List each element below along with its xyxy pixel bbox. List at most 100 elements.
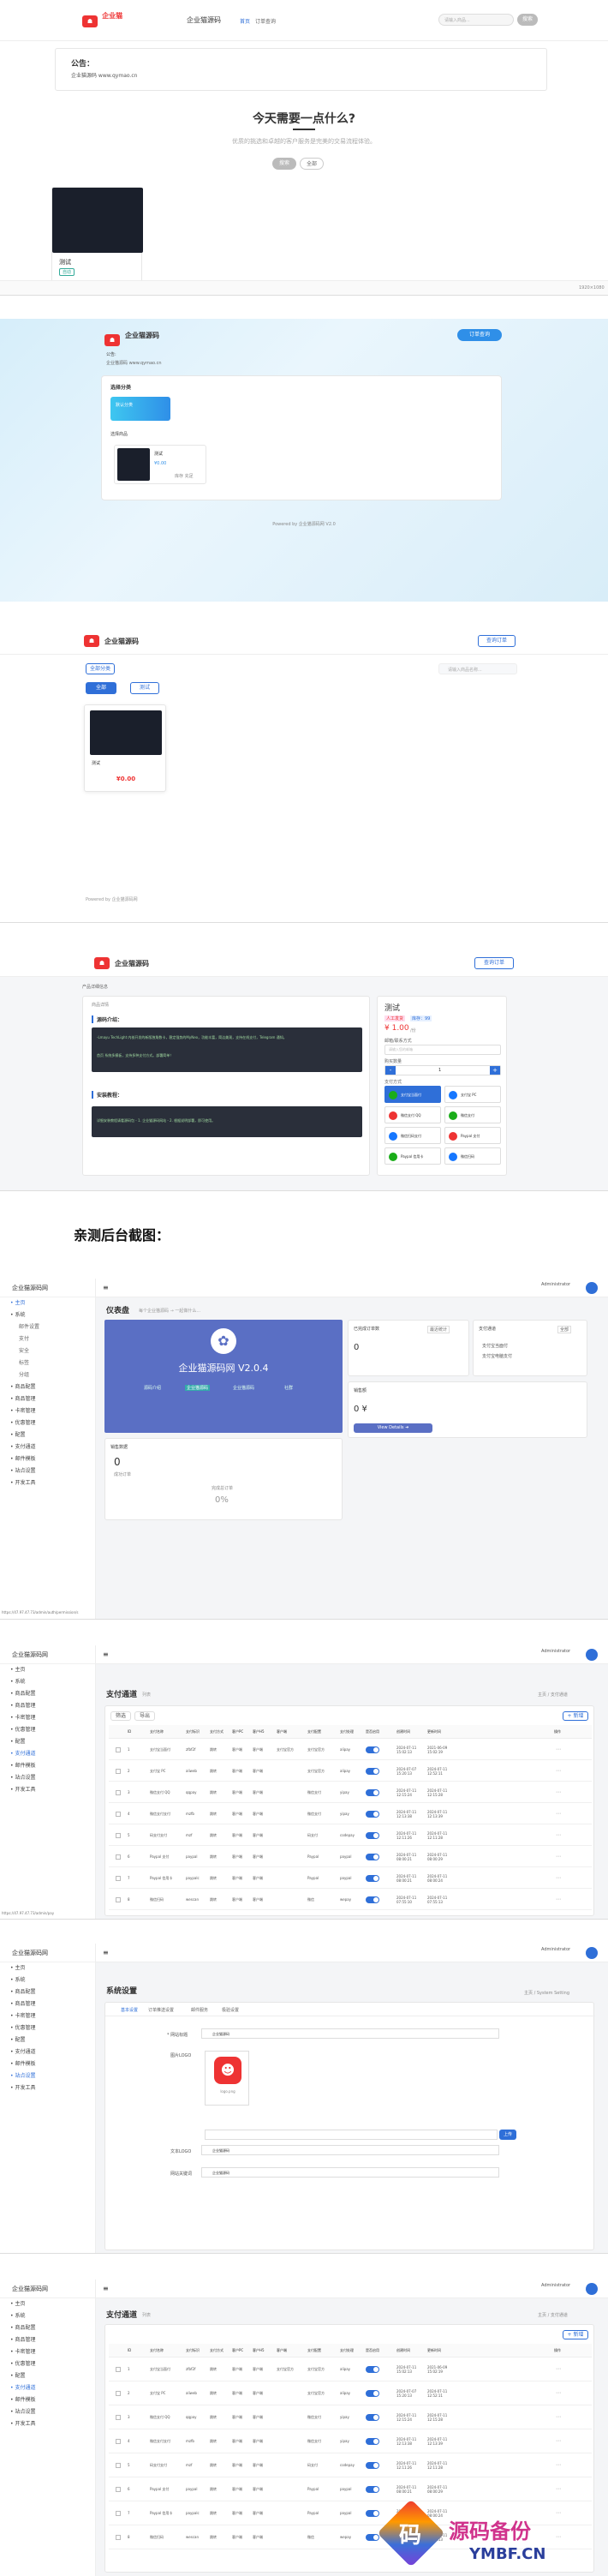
filter-button[interactable]: 筛选: [110, 1711, 131, 1721]
row-checkbox[interactable]: [116, 2487, 121, 2492]
sidebar-item-4[interactable]: • 卡密管理: [0, 1712, 95, 1724]
banner-link-2[interactable]: 企业猫源码: [185, 1385, 211, 1391]
row-checkbox[interactable]: [116, 1789, 121, 1795]
column-header[interactable]: 支付名称: [150, 2348, 164, 2353]
row-checkbox[interactable]: [116, 1746, 121, 1752]
card-orders-button[interactable]: 最近统计: [427, 1326, 450, 1333]
row-checkbox[interactable]: [116, 2511, 121, 2516]
row-action-icon[interactable]: ⋯: [556, 2390, 561, 2396]
table-row[interactable]: 2 支付宝 PC aliweb 跳转 客户端 客户端 支付宝官方 alipay 2024-07-…: [109, 1760, 592, 1782]
column-header[interactable]: 创建时间: [396, 2348, 410, 2353]
sidebar-item-6[interactable]: • 配置: [0, 2370, 95, 2382]
table-row[interactable]: 6 Paypal 支付 paypal 跳转 客户端 客户端 Paypal paypal 2024…: [109, 2477, 592, 2501]
admin-avatar[interactable]: [586, 2283, 598, 2295]
column-header[interactable]: 操作: [554, 1729, 561, 1734]
sidebar-item-7[interactable]: • 支付通道: [0, 1441, 95, 1453]
pay-method-button[interactable]: 微信支付 QQ: [384, 1106, 441, 1123]
new-button[interactable]: + 新增: [563, 1711, 588, 1721]
field-keywords-input[interactable]: 企业猫源码: [201, 2167, 499, 2178]
admin-avatar[interactable]: [586, 1649, 598, 1661]
sidebar-subitem-2[interactable]: 安全: [0, 1345, 95, 1357]
column-header[interactable]: 支付处理: [340, 1729, 354, 1734]
shop3-order-button[interactable]: 查询订单: [478, 635, 516, 647]
sidebar-item-7[interactable]: • 支付通道: [0, 1748, 95, 1760]
admin-avatar[interactable]: [586, 1947, 598, 1959]
table-row[interactable]: 1 支付宝当面付 zfbf2f 跳转 客户端 客户端 支付宝官方 支付宝官方 alipay 202…: [109, 1739, 592, 1760]
table-row[interactable]: 8 微信扫码 wescan 跳转 客户端 客户端 微信 wepay 2024-07-11 07:…: [109, 1889, 592, 1910]
pay-method-button[interactable]: Paypal 信用卡: [384, 1147, 441, 1165]
column-header[interactable]: 是否启用: [366, 1729, 379, 1734]
row-action-icon[interactable]: ⋯: [556, 1811, 561, 1817]
field-text-logo-input[interactable]: 企业猫源码: [201, 2145, 499, 2155]
qty-plus-button[interactable]: +: [490, 1066, 500, 1075]
product-card[interactable]: 测试 自动: [51, 187, 143, 283]
enable-toggle[interactable]: [366, 1810, 379, 1818]
search-input[interactable]: 请输入商品...: [438, 14, 514, 26]
tab-mail[interactable]: 邮件服务: [191, 2007, 208, 2013]
column-header[interactable]: 支付处理: [340, 2348, 354, 2353]
sidebar-subitem-3[interactable]: 标签: [0, 1357, 95, 1369]
enable-toggle[interactable]: [366, 2438, 379, 2445]
sidebar-item-5[interactable]: • 优惠管理: [0, 1724, 95, 1736]
qty-minus-button[interactable]: -: [385, 1066, 396, 1075]
enable-toggle[interactable]: [366, 1767, 379, 1775]
sidebar-item-0[interactable]: • 主页: [0, 1664, 95, 1676]
sidebar-item-9[interactable]: • 站点设置: [0, 1772, 95, 1784]
table-row[interactable]: 1 支付宝当面付 zfbf2f 跳转 客户端 客户端 支付宝官方 支付宝官方 alipay 202…: [109, 2357, 592, 2381]
banner-link-3[interactable]: 企业猫源码: [233, 1385, 254, 1391]
tab-geetest[interactable]: 极验设置: [222, 2007, 239, 2013]
sidebar-item-6[interactable]: • 配置: [0, 2034, 95, 2046]
column-header[interactable]: 操作: [554, 2348, 561, 2353]
sidebar-item-2[interactable]: • 商品配置: [0, 1986, 95, 1998]
enable-toggle[interactable]: [366, 2486, 379, 2493]
tab-basic[interactable]: 基本设置: [121, 2007, 138, 2013]
column-header[interactable]: 创建时间: [396, 1729, 410, 1734]
sidebar-item-3[interactable]: • 商品管理: [0, 1998, 95, 2010]
pay-method-button[interactable]: 支付宝当面付: [384, 1086, 441, 1103]
shop3-product-card[interactable]: 测试 ¥0.00: [84, 704, 166, 792]
pay-method-button[interactable]: 支付宝 PC: [444, 1086, 501, 1103]
shop3-tab-all[interactable]: 全部: [86, 682, 116, 694]
sidebar-item-1[interactable]: • 系统: [0, 1309, 95, 1321]
enable-toggle[interactable]: [366, 2414, 379, 2421]
column-header[interactable]: 支付方式: [210, 2348, 224, 2353]
sidebar-item-5[interactable]: • 优惠管理: [0, 2358, 95, 2370]
shop2-order-button[interactable]: 订单查询: [457, 329, 502, 341]
enable-toggle[interactable]: [366, 2510, 379, 2517]
table-row[interactable]: 7 Paypal 信用卡 paypalc 跳转 客户端 客户端 Paypal paypal 20…: [109, 1867, 592, 1889]
column-header[interactable]: 更新时间: [427, 1729, 441, 1734]
column-header[interactable]: 更新时间: [427, 2348, 441, 2353]
card-payments-button[interactable]: 全部: [557, 1326, 572, 1333]
row-checkbox[interactable]: [116, 2415, 121, 2420]
banner-link-4[interactable]: 社群: [284, 1385, 293, 1391]
column-header[interactable]: 客户H5: [253, 2348, 265, 2353]
row-action-icon[interactable]: ⋯: [556, 2366, 561, 2372]
menu-toggle-icon[interactable]: ≡: [103, 1650, 109, 1658]
sidebar-item-8[interactable]: • 邮件模板: [0, 2058, 95, 2070]
shop3-tab-test[interactable]: 测试: [130, 682, 159, 694]
row-checkbox[interactable]: [116, 1811, 121, 1817]
row-checkbox[interactable]: [116, 1768, 121, 1774]
card-revenue-button[interactable]: View Details ➜: [354, 1423, 432, 1433]
pay-method-button[interactable]: 微信扫码: [444, 1147, 501, 1165]
row-action-icon[interactable]: ⋯: [556, 1832, 561, 1838]
column-header[interactable]: 支付配置: [307, 2348, 321, 2353]
row-action-icon[interactable]: ⋯: [556, 1789, 561, 1795]
export-button[interactable]: 导出: [134, 1711, 155, 1721]
table-row[interactable]: 4 微信支付支付 mzfb 跳转 客户端 客户端 微信支付 yipay 2024-07-11 1…: [109, 1803, 592, 1824]
row-checkbox[interactable]: [116, 1896, 121, 1902]
column-header[interactable]: 支付配置: [307, 1729, 321, 1734]
pay-method-button[interactable]: 微信支付: [444, 1106, 501, 1123]
sidebar-item-3[interactable]: • 商品管理: [0, 1700, 95, 1712]
column-header[interactable]: 客户PC: [232, 2348, 243, 2353]
sidebar-item-10[interactable]: • 开发工具: [0, 1784, 95, 1796]
admin-brand[interactable]: 企业猫源码网: [0, 1944, 95, 1962]
search-button[interactable]: 搜索: [517, 14, 538, 26]
table-row[interactable]: 3 微信支付 QQ qqpay 跳转 客户端 客户端 微信支付 yipay 2024-07-11…: [109, 2405, 592, 2429]
sidebar-item-9[interactable]: • 站点设置: [0, 2406, 95, 2418]
nav-home[interactable]: 首页: [240, 17, 250, 25]
sidebar-item-8[interactable]: • 邮件模板: [0, 1760, 95, 1772]
row-checkbox[interactable]: [116, 1832, 121, 1838]
row-action-icon[interactable]: ⋯: [556, 1746, 561, 1752]
hero-all-button[interactable]: 全部: [300, 158, 324, 170]
